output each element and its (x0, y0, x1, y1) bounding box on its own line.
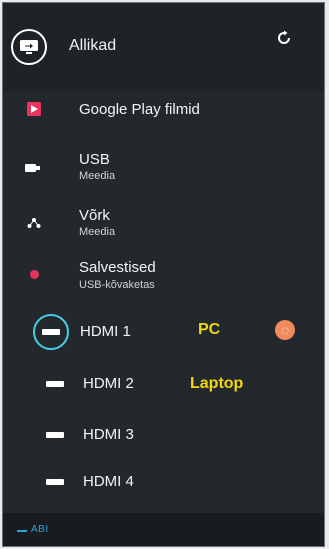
google-play-movies-icon (27, 102, 41, 116)
source-google-play-movies[interactable]: Google Play filmid (3, 95, 324, 125)
source-label: HDMI 1 (80, 323, 131, 340)
page-title: Allikad (69, 37, 117, 54)
hdmi-icon (46, 479, 64, 485)
sources-header: Allikad (3, 3, 324, 91)
source-label: Google Play filmid (79, 101, 200, 118)
hdmi-icon (33, 314, 69, 350)
footer-bar: ABI (3, 513, 324, 546)
help-button[interactable]: ABI (31, 524, 49, 535)
record-dot-icon (30, 270, 39, 279)
source-label: Salvestised (79, 259, 156, 276)
source-sublabel: Meedia (79, 226, 116, 238)
help-dash-icon (17, 530, 27, 532)
source-sublabel: Meedia (79, 170, 116, 182)
status-dot-icon: ◌ (275, 320, 295, 340)
network-icon (27, 218, 41, 228)
hdmi-icon (46, 381, 64, 387)
source-hdmi-3[interactable]: HDMI 3 (3, 421, 324, 451)
hdmi-icon (46, 432, 64, 438)
source-hdmi-2[interactable]: HDMI 2 (3, 369, 324, 399)
usb-icon (25, 164, 40, 172)
source-usb[interactable]: USB Meedia (3, 148, 324, 188)
refresh-icon[interactable] (276, 30, 292, 46)
source-label: Võrk (79, 207, 110, 224)
annotation-pc: PC (198, 321, 221, 338)
source-network[interactable]: Võrk Meedia (3, 203, 324, 243)
source-label: HDMI 4 (83, 473, 134, 490)
annotation-laptop: Laptop (190, 375, 244, 392)
source-recordings[interactable]: Salvestised USB-kõvaketas (3, 255, 324, 295)
sources-panel: Allikad Google Play filmid USB Meedia Võ (2, 2, 325, 547)
source-hdmi-4[interactable]: HDMI 4 (3, 468, 324, 498)
input-source-icon (11, 29, 47, 65)
source-label: USB (79, 151, 110, 168)
source-label: HDMI 3 (83, 426, 134, 443)
source-sublabel: USB-kõvaketas (79, 279, 155, 291)
source-label: HDMI 2 (83, 375, 134, 392)
